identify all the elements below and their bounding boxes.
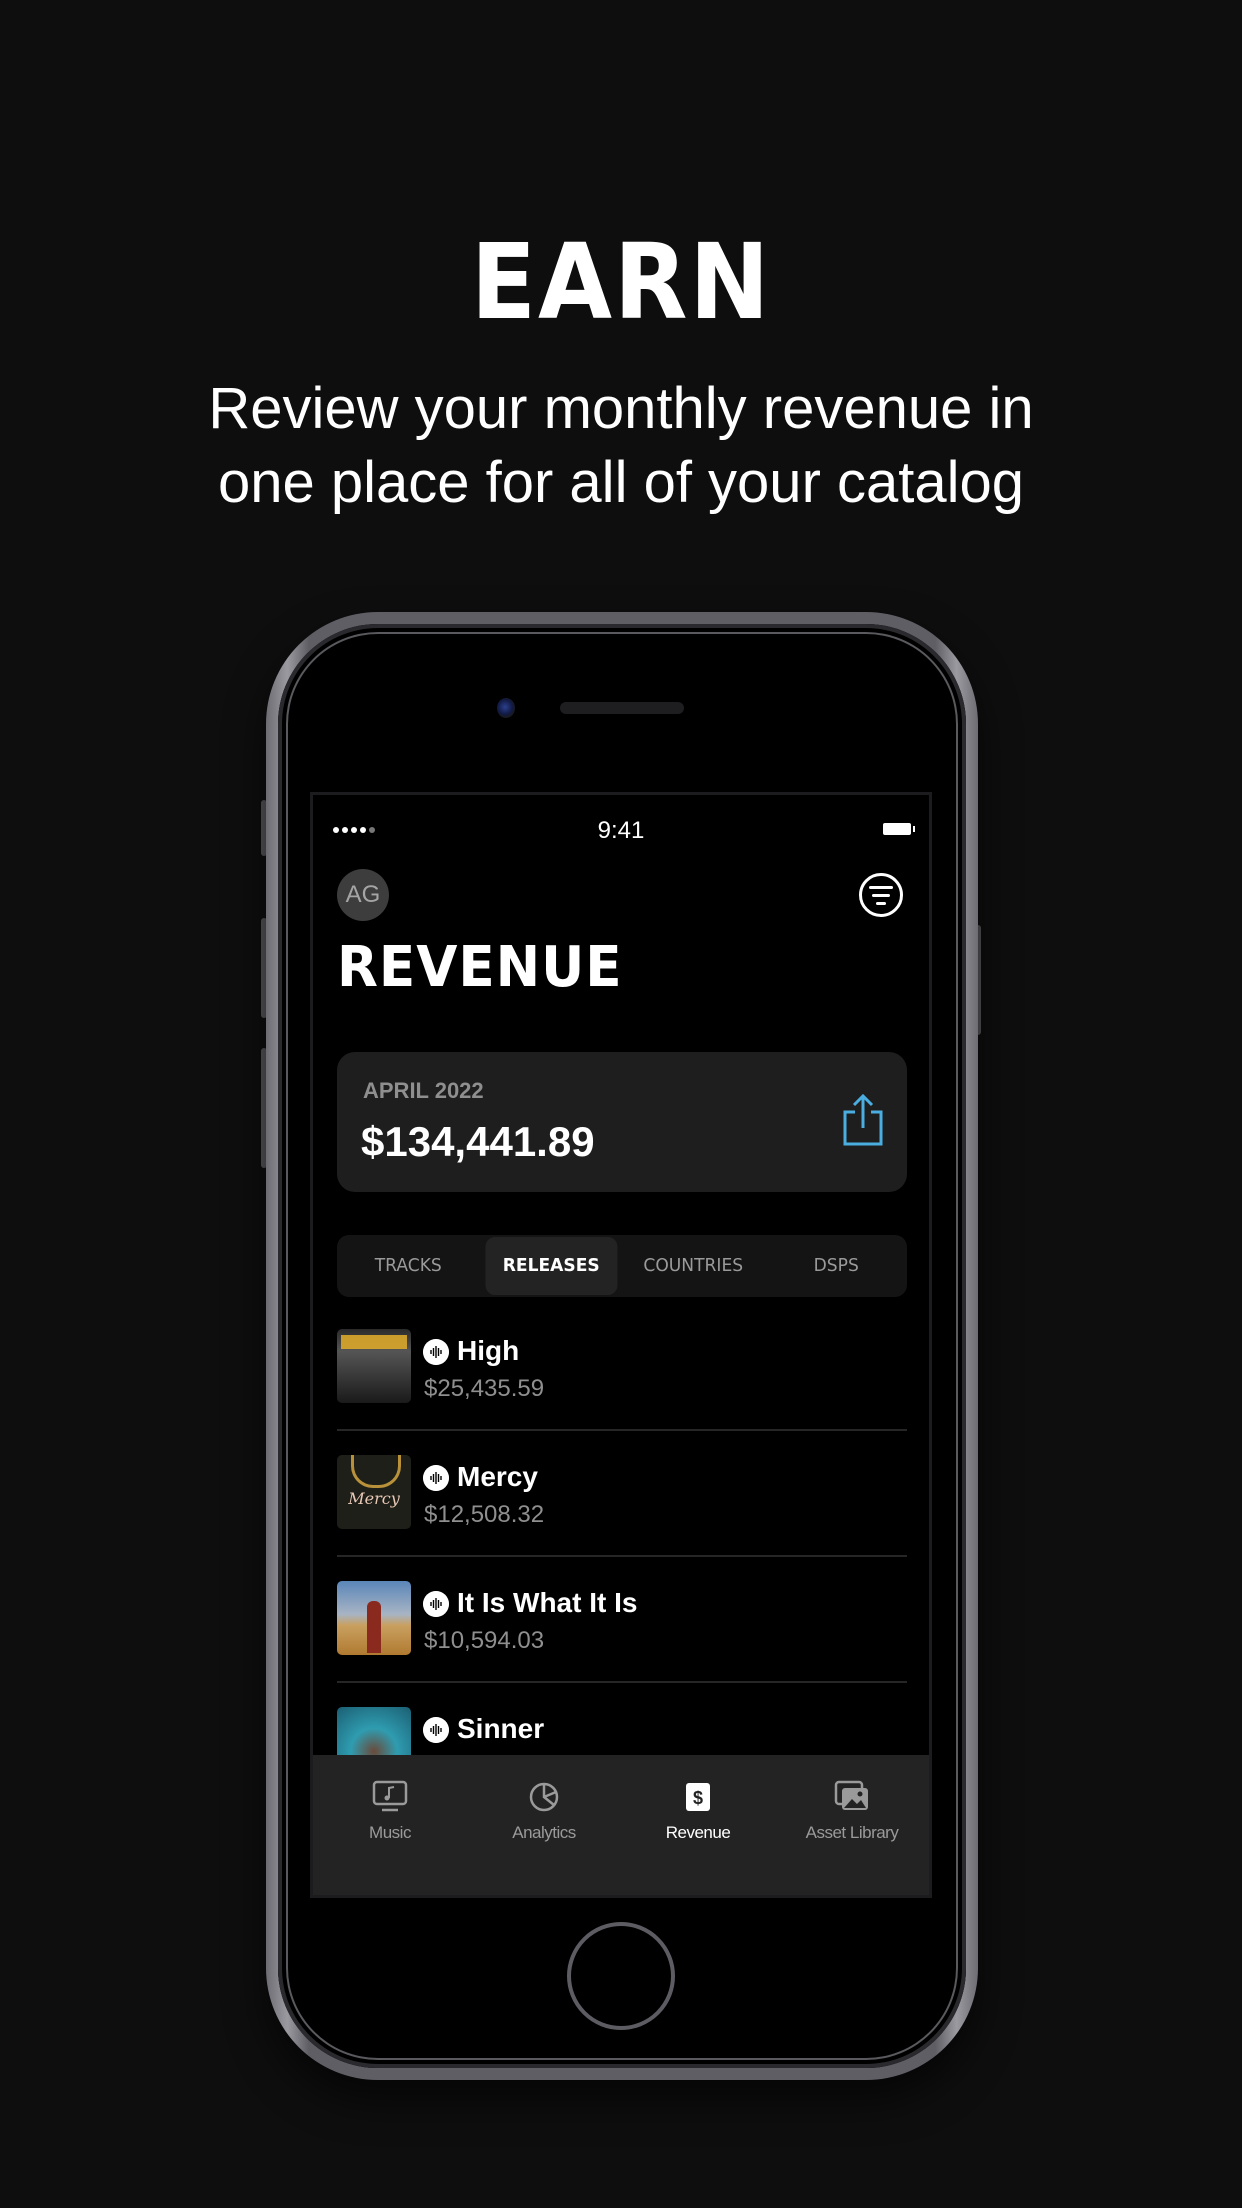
release-title: It Is What It Is [457, 1587, 638, 1618]
audio-waveform-icon [423, 1339, 449, 1365]
dollar-icon: $ [686, 1783, 710, 1811]
front-camera [497, 698, 515, 718]
battery-icon [883, 823, 915, 835]
tab-label: Revenue [665, 1823, 731, 1842]
release-title: Mercy [457, 1461, 538, 1492]
segment-countries[interactable]: COUNTRIES [627, 1237, 759, 1295]
summary-total: $134,441.89 [361, 1118, 595, 1165]
list-item[interactable]: High $25,435.59 [337, 1305, 907, 1431]
release-title: Sinner [457, 1713, 545, 1744]
music-monitor-icon [372, 1780, 408, 1812]
promo-headline: EARN [470, 221, 772, 343]
list-item[interactable]: It Is What It Is $10,594.03 [337, 1557, 907, 1683]
status-time: 9:41 [597, 817, 645, 844]
tab-label: Asset Library [805, 1823, 899, 1842]
list-item[interactable]: Mercy Mercy $12,508.32 [337, 1431, 907, 1557]
album-art [337, 1581, 411, 1655]
audio-waveform-icon [423, 1591, 449, 1617]
release-title: High [457, 1335, 520, 1366]
segment-tracks[interactable]: TRACKS [342, 1237, 474, 1295]
promo-subhead: Review your monthly revenue in one place… [0, 372, 1242, 520]
release-amount: $25,435.59 [424, 1375, 545, 1402]
segment-releases[interactable]: RELEASES [484, 1237, 617, 1295]
tab-label: Analytics [512, 1823, 576, 1842]
tab-music[interactable]: Music [313, 1755, 467, 1895]
audio-waveform-icon [423, 1717, 449, 1743]
svg-text:$: $ [693, 1788, 703, 1808]
tab-analytics[interactable]: Analytics [467, 1755, 621, 1895]
segment-dsps[interactable]: DSPS [770, 1237, 902, 1295]
share-button[interactable] [841, 1092, 885, 1148]
release-amount: $12,508.32 [424, 1501, 545, 1528]
avatar[interactable]: AG [337, 869, 389, 921]
tab-label: Music [369, 1823, 411, 1842]
earpiece-speaker [560, 702, 684, 714]
filter-button[interactable] [859, 873, 903, 917]
album-art: Mercy [337, 1455, 411, 1529]
tab-asset-library[interactable]: Asset Library [775, 1755, 929, 1895]
share-icon [843, 1093, 883, 1146]
revenue-summary-card: APRIL 2022 $134,441.89 [337, 1052, 907, 1192]
summary-period: APRIL 2022 [363, 1078, 484, 1103]
page-title: REVENUE [337, 935, 623, 1000]
tab-revenue[interactable]: $ Revenue [621, 1755, 775, 1895]
status-bar: 9:41 [313, 817, 929, 847]
promo-subhead-line-2: one place for all of your catalog [217, 450, 1025, 515]
image-library-icon [834, 1780, 868, 1810]
audio-waveform-icon [423, 1465, 449, 1491]
pie-chart-icon [529, 1782, 559, 1812]
release-amount: $10,594.03 [424, 1627, 545, 1654]
segmented-control: TRACKS RELEASES COUNTRIES DSPS [337, 1235, 907, 1297]
release-list: High $25,435.59 Mercy Mercy $12,508.32 I… [337, 1305, 907, 1807]
home-button[interactable] [567, 1922, 675, 2030]
album-art [337, 1329, 411, 1403]
app-screen: 9:41 AG REVENUE APRIL 2022 $134,441.89 T… [310, 792, 932, 1898]
tab-bar: Music Analytics $ Revenue Asset Library [313, 1755, 929, 1895]
promo-subhead-line-1: Review your monthly revenue in [208, 376, 1034, 441]
